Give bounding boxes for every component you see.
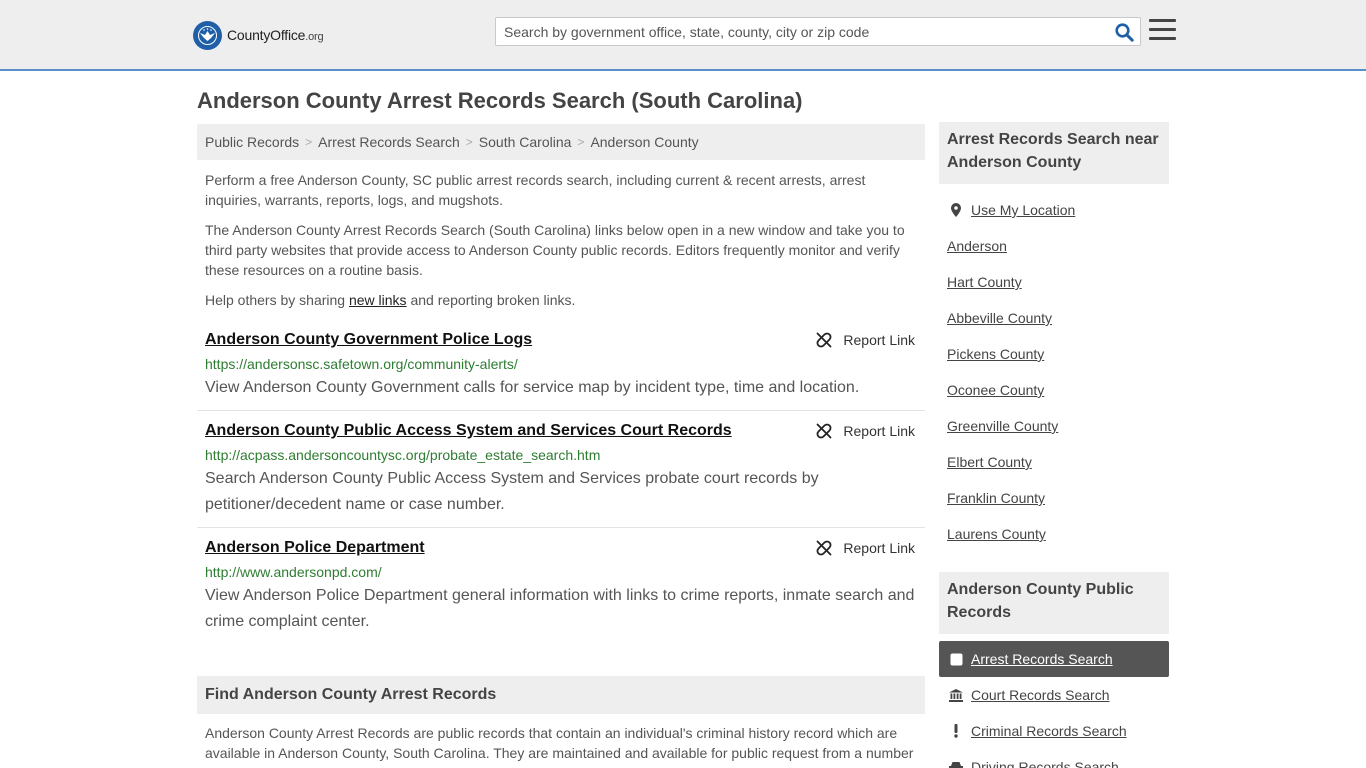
result-item: Anderson Police Department Report Link h… [197, 539, 925, 639]
chevron-right-icon: > [465, 135, 473, 149]
result-description: Search Anderson County Public Access Sys… [205, 470, 819, 513]
near-link-abbeville-county[interactable]: Abbeville County [947, 310, 1052, 326]
result-title-link[interactable]: Anderson County Public Access System and… [205, 422, 732, 440]
use-my-location-label: Use My Location [971, 202, 1076, 218]
near-link-anderson[interactable]: Anderson [947, 238, 1007, 254]
result-item: Anderson County Government Police Logs R… [197, 331, 925, 401]
report-link-label: Report Link [843, 423, 915, 439]
logo-text: CountyOffice.org [227, 27, 324, 43]
result-title-link[interactable]: Anderson Police Department [205, 539, 425, 557]
result-url[interactable]: http://www.andersonpd.com/ [205, 564, 382, 580]
sidebar-item-criminal-records-search[interactable]: Criminal Records Search [939, 713, 1169, 749]
eagle-seal-icon [193, 20, 222, 50]
result-title-link[interactable]: Anderson County Government Police Logs [205, 331, 532, 349]
report-link-button[interactable]: Report Link [816, 332, 915, 348]
intro-text-after: and reporting broken links. [406, 292, 576, 308]
result-url[interactable]: http://acpass.andersoncountysc.org/proba… [205, 447, 600, 463]
sidebar-public-records-heading: Anderson County Public Records [939, 572, 1169, 634]
square-icon [949, 652, 963, 666]
sidebar-item-label: Driving Records Search [971, 759, 1119, 768]
map-marker-icon [949, 203, 963, 217]
find-records-heading: Find Anderson County Arrest Records [197, 676, 925, 714]
sidebar-item-arrest-records-search[interactable]: Arrest Records Search [939, 641, 1169, 677]
car-icon [949, 760, 963, 768]
sidebar-item-label: Arrest Records Search [971, 651, 1113, 667]
chevron-right-icon: > [577, 135, 585, 149]
use-my-location-button[interactable]: Use My Location [939, 192, 1169, 228]
find-records-text: Anderson County Arrest Records are publi… [205, 725, 914, 761]
near-link-laurens-county[interactable]: Laurens County [947, 526, 1046, 542]
near-link-elbert-county[interactable]: Elbert County [947, 454, 1032, 470]
sidebar-item-court-records-search[interactable]: Court Records Search [939, 677, 1169, 713]
sidebar-item-driving-records-search[interactable]: Driving Records Search [939, 749, 1169, 768]
intro-text-before: Help others by sharing [205, 292, 349, 308]
divider [197, 410, 925, 411]
result-url[interactable]: https://andersonsc.safetown.org/communit… [205, 356, 518, 372]
breadcrumb: Public Records > Arrest Records Search >… [197, 124, 925, 160]
report-link-label: Report Link [843, 540, 915, 556]
result-description: View Anderson Police Department general … [205, 587, 915, 630]
sidebar-item-label: Court Records Search [971, 687, 1110, 703]
intro-paragraph-2: The Anderson County Arrest Records Searc… [205, 222, 905, 278]
search-input[interactable] [496, 18, 1106, 45]
chevron-right-icon: > [305, 135, 313, 149]
report-link-button[interactable]: Report Link [816, 423, 915, 439]
page-title: Anderson County Arrest Records Search (S… [197, 88, 803, 113]
logo-name: CountyOffice [227, 27, 306, 43]
breadcrumb-south-carolina[interactable]: South Carolina [479, 134, 572, 150]
report-link-button[interactable]: Report Link [816, 540, 915, 556]
search-icon [1114, 22, 1134, 42]
breadcrumb-anderson-county: Anderson County [590, 134, 699, 150]
near-link-oconee-county[interactable]: Oconee County [947, 382, 1044, 398]
broken-link-icon [816, 332, 832, 348]
report-link-label: Report Link [843, 332, 915, 348]
site-logo[interactable]: CountyOffice.org [193, 20, 324, 50]
new-links-link[interactable]: new links [349, 292, 407, 308]
intro-paragraph-1: Perform a free Anderson County, SC publi… [205, 172, 866, 208]
breadcrumb-public-records[interactable]: Public Records [205, 134, 299, 150]
logo-tld: .org [305, 31, 324, 43]
broken-link-icon [816, 423, 832, 439]
hamburger-menu-icon[interactable] [1149, 19, 1176, 43]
search-bar [495, 17, 1141, 46]
divider [197, 527, 925, 528]
near-link-franklin-county[interactable]: Franklin County [947, 490, 1045, 506]
result-description: View Anderson County Government calls fo… [205, 379, 860, 396]
near-link-pickens-county[interactable]: Pickens County [947, 346, 1044, 362]
intro-paragraph-3: Help others by sharing new links and rep… [205, 290, 915, 310]
near-link-hart-county[interactable]: Hart County [947, 274, 1022, 290]
breadcrumb-arrest-records-search[interactable]: Arrest Records Search [318, 134, 460, 150]
result-item: Anderson County Public Access System and… [197, 422, 925, 522]
broken-link-icon [816, 540, 832, 556]
exclamation-icon [949, 724, 963, 738]
courthouse-icon [949, 688, 963, 702]
search-button[interactable] [1112, 21, 1136, 43]
site-header: CountyOffice.org [0, 0, 1366, 71]
sidebar-near-heading: Arrest Records Search near Anderson Coun… [939, 122, 1169, 184]
near-link-greenville-county[interactable]: Greenville County [947, 418, 1058, 434]
sidebar-item-label: Criminal Records Search [971, 723, 1127, 739]
